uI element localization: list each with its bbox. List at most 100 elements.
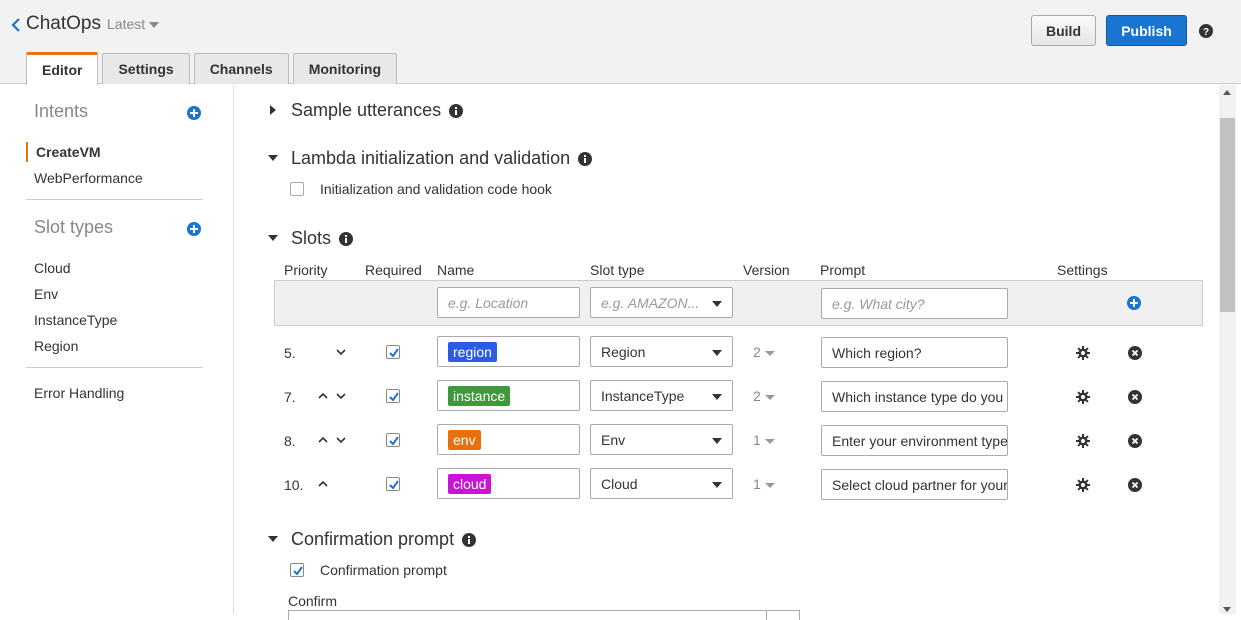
info-icon <box>339 232 353 246</box>
confirm-input[interactable] <box>288 610 800 620</box>
slot-version-dropdown[interactable]: 1 <box>753 476 775 492</box>
slot-required-checkbox[interactable] <box>386 389 400 403</box>
slot-required-checkbox[interactable] <box>386 433 400 447</box>
slot-version-dropdown[interactable]: 2 <box>753 388 775 404</box>
build-button[interactable]: Build <box>1031 15 1096 46</box>
caret-down-icon[interactable] <box>268 534 278 544</box>
slot-type-select[interactable]: InstanceType <box>590 380 733 411</box>
sidebar-item-createvm[interactable]: CreateVM <box>36 144 101 160</box>
gear-icon[interactable] <box>1076 390 1090 404</box>
column-header-prompt: Prompt <box>820 262 866 278</box>
new-slot-prompt-input[interactable]: e.g. What city? <box>821 288 1008 319</box>
slot-prompt-input[interactable]: Select cloud partner for your <box>821 469 1008 500</box>
gear-icon[interactable] <box>1076 434 1090 448</box>
slot-type-select[interactable]: Env <box>590 424 733 455</box>
tab-editor[interactable]: Editor <box>26 52 99 85</box>
add-slot-type-plus-icon[interactable] <box>187 222 201 236</box>
remove-slot-icon[interactable] <box>1128 478 1142 492</box>
move-down-chevron-icon[interactable] <box>335 436 347 444</box>
dropdown-arrow-icon <box>712 482 722 488</box>
slot-version-value: 2 <box>753 388 761 404</box>
caret-down-icon[interactable] <box>268 233 278 243</box>
new-slot-type-select[interactable]: e.g. AMAZON... <box>590 287 733 318</box>
active-intent-indicator <box>26 142 28 162</box>
bot-name[interactable]: ChatOps <box>26 13 101 35</box>
info-icon <box>449 104 463 118</box>
sidebar-item-env[interactable]: Env <box>34 286 58 302</box>
section-slots[interactable]: Slots <box>291 228 331 249</box>
sidebar-item-region[interactable]: Region <box>34 338 78 354</box>
remove-slot-icon[interactable] <box>1128 346 1142 360</box>
slot-name-field[interactable]: instance <box>437 380 580 411</box>
section-lambda[interactable]: Lambda initialization and validation <box>291 148 570 169</box>
new-slot-name-input[interactable]: e.g. Location <box>437 287 580 318</box>
confirmation-prompt-checkbox[interactable] <box>290 563 304 577</box>
section-confirmation-prompt[interactable]: Confirmation prompt <box>291 529 454 550</box>
add-slot-plus-icon[interactable] <box>1127 296 1141 310</box>
sidebar: Intents CreateVM WebPerformance Slot typ… <box>0 85 234 614</box>
slot-type-select[interactable]: Cloud <box>590 468 733 499</box>
slot-version-value: 1 <box>753 476 761 492</box>
slot-version-dropdown[interactable]: 1 <box>753 432 775 448</box>
section-sample-utterances[interactable]: Sample utterances <box>291 100 441 121</box>
scroll-down-arrow-icon[interactable] <box>1223 607 1231 612</box>
slot-priority: 5. <box>284 345 296 361</box>
sidebar-item-webperformance[interactable]: WebPerformance <box>34 170 143 186</box>
tab-monitoring[interactable]: Monitoring <box>292 53 398 84</box>
code-hook-checkbox[interactable] <box>290 182 304 196</box>
slot-name-field[interactable]: cloud <box>437 468 580 499</box>
dropdown-arrow-icon <box>712 350 722 356</box>
column-header-version: Version <box>743 262 790 278</box>
move-down-chevron-icon[interactable] <box>335 348 347 356</box>
caret-down-icon[interactable] <box>268 153 278 163</box>
confirm-input-addon <box>766 610 800 620</box>
dropdown-arrow-icon <box>712 301 722 307</box>
add-intent-plus-icon[interactable] <box>187 106 201 120</box>
slot-prompt-input[interactable]: Enter your environment type <box>821 425 1008 456</box>
help-icon[interactable]: ? <box>1199 24 1213 38</box>
bot-version-label: Latest <box>107 16 146 32</box>
caret-right-icon[interactable] <box>268 105 278 115</box>
slot-prompt-input[interactable]: Which region? <box>821 337 1008 368</box>
sidebar-item-cloud[interactable]: Cloud <box>34 260 71 276</box>
tab-settings[interactable]: Settings <box>102 53 190 84</box>
slot-name-field[interactable]: region <box>437 336 580 367</box>
slot-name-chip: env <box>448 429 481 450</box>
svg-text:?: ? <box>1203 27 1209 38</box>
move-down-chevron-icon[interactable] <box>335 392 347 400</box>
bot-version-dropdown[interactable]: Latest <box>107 16 160 32</box>
sidebar-divider <box>26 367 203 368</box>
move-up-chevron-icon[interactable] <box>317 480 329 488</box>
intent-editor: Sample utterances Lambda initialization … <box>235 85 1219 620</box>
slot-version-dropdown[interactable]: 2 <box>753 344 775 360</box>
slot-version-value: 1 <box>753 432 761 448</box>
back-chevron-icon[interactable] <box>10 17 22 33</box>
code-hook-label: Initialization and validation code hook <box>320 181 552 197</box>
slot-priority: 7. <box>284 389 296 405</box>
publish-button[interactable]: Publish <box>1106 15 1187 46</box>
caret-down-icon <box>149 22 160 29</box>
remove-slot-icon[interactable] <box>1128 390 1142 404</box>
caret-down-icon <box>764 482 775 488</box>
remove-slot-icon[interactable] <box>1128 434 1142 448</box>
move-up-chevron-icon[interactable] <box>317 436 329 444</box>
tab-channels[interactable]: Channels <box>193 53 289 84</box>
sidebar-item-error-handling[interactable]: Error Handling <box>34 385 124 401</box>
scroll-up-arrow-icon[interactable] <box>1223 90 1231 95</box>
slot-required-checkbox[interactable] <box>386 477 400 491</box>
slot-name-field[interactable]: env <box>437 424 580 455</box>
slot-priority: 10. <box>284 477 304 493</box>
slot-prompt-input[interactable]: Which instance type do you <box>821 381 1008 412</box>
gear-icon[interactable] <box>1076 478 1090 492</box>
confirm-field-label: Confirm <box>288 593 338 609</box>
slot-types-heading: Slot types <box>34 217 114 237</box>
scrollbar-thumb[interactable] <box>1220 118 1235 312</box>
slot-priority: 8. <box>284 433 296 449</box>
move-up-chevron-icon[interactable] <box>317 392 329 400</box>
sidebar-item-instancetype[interactable]: InstanceType <box>34 312 117 328</box>
caret-down-icon <box>764 350 775 356</box>
slot-type-select[interactable]: Region <box>590 336 733 367</box>
column-header-settings: Settings <box>1057 262 1108 278</box>
slot-required-checkbox[interactable] <box>386 345 400 359</box>
gear-icon[interactable] <box>1076 346 1090 360</box>
